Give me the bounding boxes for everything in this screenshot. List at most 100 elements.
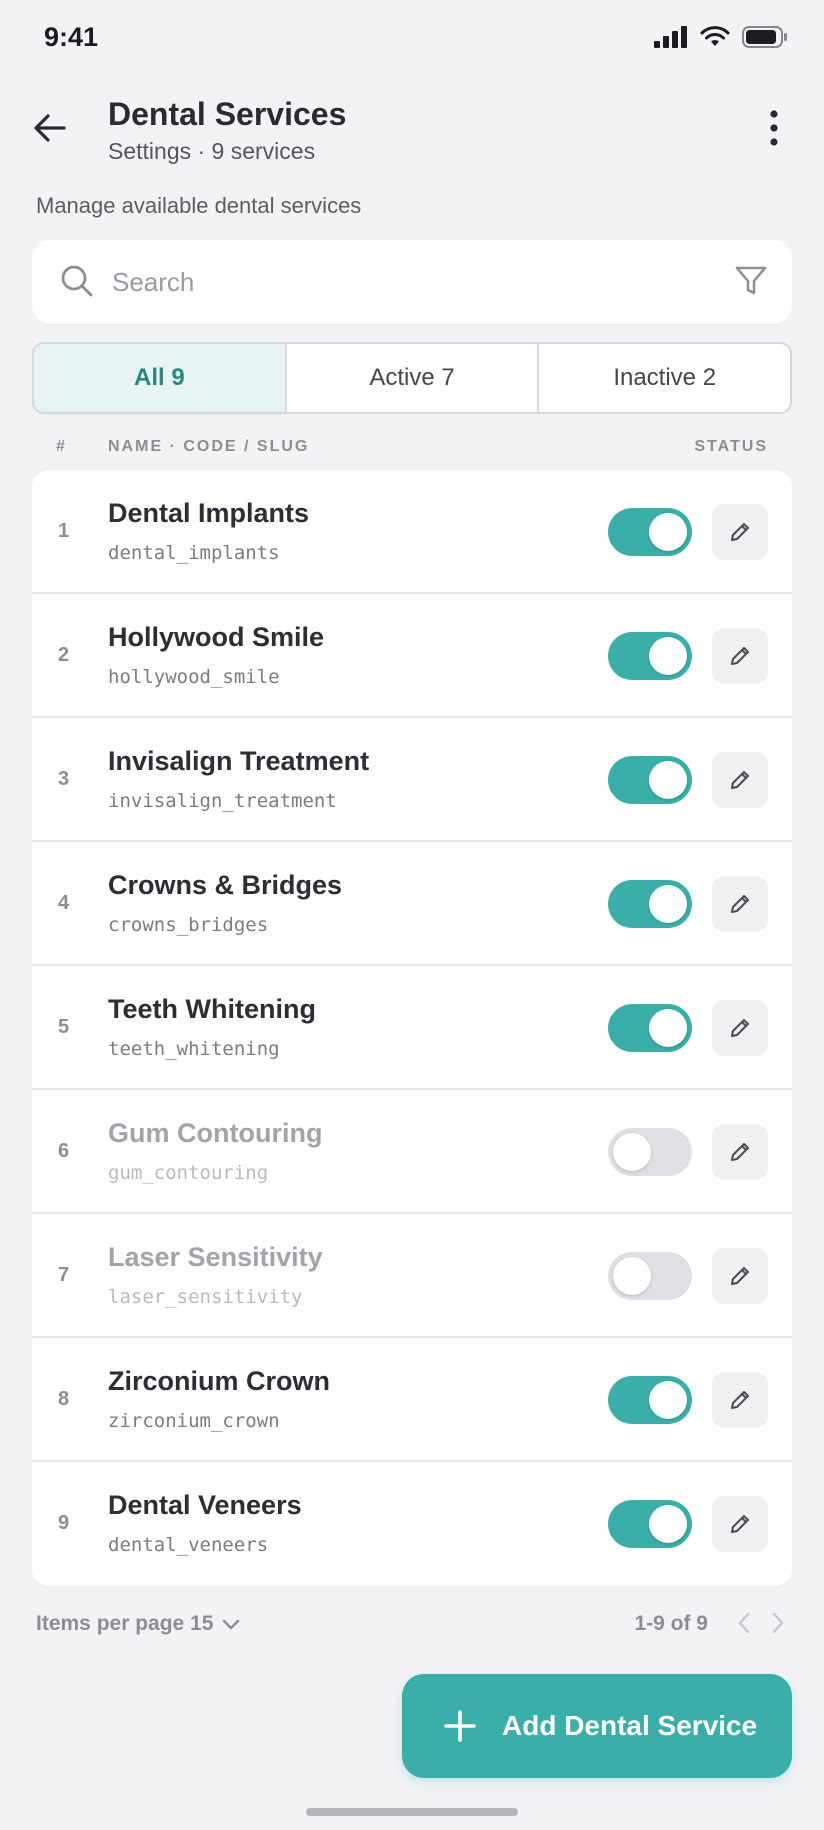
pencil-icon: [731, 1143, 749, 1161]
toggle-knob: [649, 885, 687, 923]
pencil-icon: [731, 895, 749, 913]
service-name: Dental Implants: [108, 498, 310, 528]
toggle-knob: [649, 637, 687, 675]
pencil-icon: [731, 1019, 749, 1037]
search-input[interactable]: [112, 258, 692, 306]
status-toggle[interactable]: [608, 756, 692, 804]
service-row: 2 Hollywood Smile hollywood_smile: [32, 594, 792, 718]
status-toggle[interactable]: [608, 632, 692, 680]
battery-icon: [742, 26, 787, 48]
filter-icon[interactable]: [734, 264, 768, 303]
row-number: 2: [58, 644, 70, 666]
status-toggle[interactable]: [608, 1500, 692, 1548]
toggle-knob: [649, 761, 687, 799]
column-name: NAME · CODE / SLUG: [108, 438, 310, 455]
page-title: Dental Services: [108, 96, 347, 132]
app-header: Dental Services Settings · 9 services: [0, 90, 824, 170]
toggle-knob: [649, 1009, 687, 1047]
row-number: 3: [58, 768, 70, 790]
service-name: Invisalign Treatment: [108, 746, 370, 776]
status-toggle[interactable]: [608, 1376, 692, 1424]
status-toggle[interactable]: [608, 880, 692, 928]
add-dental-service-label: Add Dental Service: [502, 1710, 758, 1741]
page-description: Manage available dental services: [36, 193, 362, 218]
service-name: Gum Contouring: [108, 1118, 323, 1148]
service-slug: teeth_whitening: [108, 1038, 280, 1060]
service-name: Laser Sensitivity: [108, 1242, 323, 1272]
toggle-knob: [613, 1133, 651, 1171]
pagination: Items per page 15 1-9 of 9: [32, 1604, 792, 1644]
back-button[interactable]: [26, 104, 74, 152]
service-slug: dental_implants: [108, 542, 280, 564]
edit-button[interactable]: [712, 1248, 768, 1304]
tab-all[interactable]: All 9: [34, 344, 285, 412]
filter-tabs: All 9 Active 7 Inactive 2: [32, 342, 792, 414]
page-subtitle: Settings · 9 services: [108, 138, 316, 164]
tab-inactive[interactable]: Inactive 2: [537, 344, 790, 412]
toggle-knob: [613, 1257, 651, 1295]
service-name: Hollywood Smile: [108, 622, 325, 652]
pencil-icon: [731, 647, 749, 665]
row-number: 8: [58, 1388, 70, 1410]
plus-icon: [444, 1710, 476, 1742]
status-toggle[interactable]: [608, 508, 692, 556]
edit-button[interactable]: [712, 1496, 768, 1552]
service-slug: invisalign_treatment: [108, 790, 337, 812]
row-number: 4: [58, 892, 70, 914]
home-indicator: [306, 1808, 518, 1816]
chevron-left-icon: [738, 1612, 750, 1634]
service-slug: zirconium_crown: [108, 1410, 280, 1432]
status-toggle[interactable]: [608, 1004, 692, 1052]
service-row: 9 Dental Veneers dental_veneers: [32, 1462, 792, 1586]
items-per-page-select[interactable]: Items per page 15: [36, 1612, 241, 1636]
service-slug: laser_sensitivity: [108, 1286, 303, 1308]
search-bar: [32, 240, 792, 324]
service-name: Dental Veneers: [108, 1490, 302, 1520]
edit-button[interactable]: [712, 1000, 768, 1056]
arrow-left-icon: [34, 114, 66, 142]
more-vertical-icon: [770, 110, 778, 146]
edit-button[interactable]: [712, 876, 768, 932]
edit-button[interactable]: [712, 752, 768, 808]
items-per-page-label: Items per page 15: [36, 1612, 214, 1635]
service-name: Zirconium Crown: [108, 1366, 330, 1396]
wifi-icon: [700, 26, 730, 46]
service-row: 8 Zirconium Crown zirconium_crown: [32, 1338, 792, 1462]
row-number: 9: [58, 1512, 70, 1534]
pencil-icon: [731, 771, 749, 789]
service-row: 6 Gum Contouring gum_contouring: [32, 1090, 792, 1214]
service-slug: dental_veneers: [108, 1534, 269, 1556]
edit-button[interactable]: [712, 1372, 768, 1428]
status-toggle[interactable]: [608, 1128, 692, 1176]
row-number: 5: [58, 1016, 70, 1038]
edit-button[interactable]: [712, 504, 768, 560]
edit-button[interactable]: [712, 1124, 768, 1180]
service-slug: crowns_bridges: [108, 914, 269, 936]
status-bar: 9:41: [0, 0, 824, 80]
status-time: 9:41: [44, 22, 99, 52]
service-row: 4 Crowns & Bridges crowns_bridges: [32, 842, 792, 966]
toggle-knob: [649, 1505, 687, 1543]
chevron-right-icon: [772, 1612, 784, 1634]
more-options-button[interactable]: [750, 100, 798, 156]
service-row: 3 Invisalign Treatment invisalign_treatm…: [32, 718, 792, 842]
column-status: STATUS: [694, 438, 768, 455]
service-slug: gum_contouring: [108, 1162, 269, 1184]
status-toggle[interactable]: [608, 1252, 692, 1300]
toggle-knob: [649, 1381, 687, 1419]
service-row: 7 Laser Sensitivity laser_sensitivity: [32, 1214, 792, 1338]
chevron-down-icon: [223, 1619, 240, 1630]
prev-page-button[interactable]: [736, 1610, 752, 1641]
pagination-range: 1-9 of 9: [634, 1612, 708, 1635]
signal-icon: [654, 26, 687, 48]
add-dental-service-button[interactable]: Add Dental Service: [402, 1674, 792, 1778]
service-name: Teeth Whitening: [108, 994, 316, 1024]
row-number: 6: [58, 1140, 70, 1162]
services-list: 1 Dental Implants dental_implants 2 Holl…: [32, 470, 792, 1586]
tab-active[interactable]: Active 7: [284, 344, 538, 412]
row-number: 7: [58, 1264, 70, 1286]
service-row: 1 Dental Implants dental_implants: [32, 470, 792, 594]
edit-button[interactable]: [712, 628, 768, 684]
column-number: #: [56, 438, 67, 455]
next-page-button[interactable]: [770, 1610, 786, 1641]
